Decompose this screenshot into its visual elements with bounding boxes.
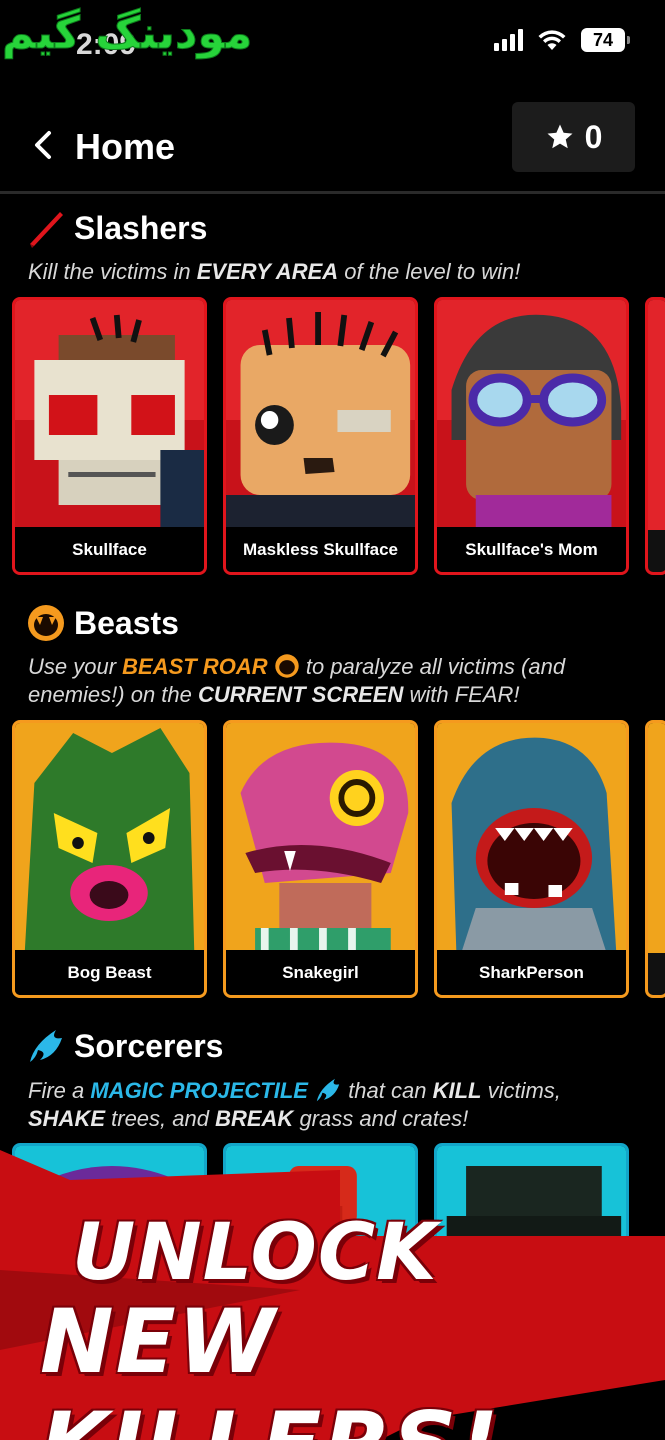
section-description: Use your BEAST ROAR to paralyze all vict… — [28, 654, 566, 707]
star-counter[interactable]: 0 — [512, 102, 635, 172]
section-description: Fire a MAGIC PROJECTILE that can KILL vi… — [28, 1078, 561, 1131]
magic-flame-icon — [30, 1030, 62, 1062]
battery-indicator: 74 — [581, 28, 630, 52]
killer-card-sharkperson[interactable]: SharkPerson — [434, 720, 629, 998]
card-label: Skullface — [15, 527, 204, 572]
killer-card-skullface[interactable]: Skullface — [12, 297, 207, 575]
snakegirl-portrait — [226, 723, 415, 953]
card-label: SharkPerson — [437, 950, 626, 995]
wifi-icon — [538, 30, 566, 50]
section-title: Slashers — [74, 209, 208, 246]
cellular-signal-icon — [494, 29, 523, 51]
card-peek-art — [648, 300, 665, 530]
promo-banner: UNLOCK NEW KILLERS! — [0, 1150, 665, 1440]
card-label: Bog Beast — [15, 950, 204, 995]
maskless-skullface-portrait — [226, 300, 415, 530]
magic-flame-inline-icon — [316, 1078, 340, 1102]
card-peek-art — [648, 723, 665, 953]
card-label: Snakegirl — [226, 950, 415, 995]
status-bar: 2:09 مودینگ گیم 74 — [0, 0, 665, 90]
card-label: Skullface's Mom — [437, 527, 626, 572]
section-description: Kill the victims in EVERY AREA of the le… — [28, 259, 521, 284]
banner-headline-line2: NEW KILLERS! — [40, 1290, 498, 1440]
blade-icon — [30, 212, 63, 248]
status-icons: 74 — [494, 28, 630, 52]
killer-card-peek[interactable] — [645, 720, 665, 998]
sharkperson-portrait — [437, 723, 626, 953]
skullfaces-mom-portrait — [437, 300, 626, 530]
killer-card-snakegirl[interactable]: Snakegirl — [223, 720, 418, 998]
section-title: Beasts — [74, 604, 179, 641]
app-header: Home 0 — [0, 100, 665, 194]
killer-card-bog-beast[interactable]: Bog Beast — [12, 720, 207, 998]
back-chevron-icon[interactable] — [28, 128, 58, 162]
card-label: Maskless Skullface — [226, 527, 415, 572]
killer-card-maskless-skullface[interactable]: Maskless Skullface — [223, 297, 418, 575]
killer-card-peek[interactable] — [645, 297, 665, 575]
bog-beast-portrait — [15, 723, 204, 953]
banner-headline-line1: UNLOCK — [72, 1208, 438, 1298]
watermark-logo: مودینگ گیم — [1, 8, 253, 60]
star-icon — [547, 124, 573, 149]
page-title: Home — [75, 126, 176, 167]
beast-mouth-icon — [28, 605, 64, 641]
section-title: Sorcerers — [74, 1027, 224, 1064]
star-count: 0 — [584, 118, 603, 155]
killer-card-skullfaces-mom[interactable]: Skullface's Mom — [434, 297, 629, 575]
beast-mouth-inline-icon — [275, 654, 299, 678]
skullface-portrait — [15, 300, 204, 530]
